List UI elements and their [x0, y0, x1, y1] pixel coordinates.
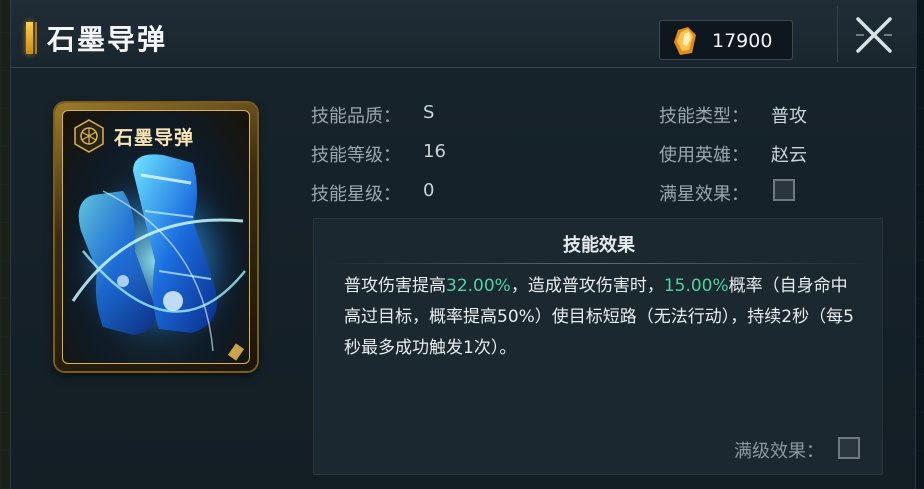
quality-value: S	[423, 102, 435, 123]
type-label: 技能类型：	[659, 106, 749, 127]
effect-highlight-value: 32.00%	[446, 276, 511, 296]
skill-card-frame: 石墨导弹	[62, 110, 250, 364]
star-label: 技能星级：	[311, 184, 401, 205]
max-star-checkbox[interactable]	[773, 179, 795, 201]
skill-detail-panel: 石墨导弹 17900 石墨导弹 技能品质： S 技能等级： 16 技能星级： 0…	[10, 0, 917, 489]
effect-text-segment: 普攻伤害提高	[344, 276, 446, 296]
skill-illustration	[67, 154, 247, 361]
effect-text-segment: ，造成普攻伤害时，	[510, 276, 664, 296]
hero-value: 赵云	[771, 145, 807, 166]
quality-label: 技能品质：	[311, 106, 401, 127]
hexagon-emblem-icon	[74, 119, 104, 153]
effect-title: 技能效果	[563, 235, 635, 256]
max-level-checkbox[interactable]	[838, 437, 860, 459]
effect-highlight-value: 15.00%	[663, 276, 729, 296]
type-value: 普攻	[771, 106, 807, 127]
header-bar: 石墨导弹 17900	[11, 0, 917, 68]
star-value: 0	[423, 180, 435, 201]
card-title: 石墨导弹	[114, 127, 195, 149]
skill-effect-box: 技能效果 普攻伤害提高32.00%，造成普攻伤害时，15.00%概率（自身命中高…	[313, 218, 883, 475]
max-star-label: 满星效果：	[659, 184, 749, 205]
crystal-icon	[674, 27, 696, 55]
close-icon[interactable]	[853, 14, 895, 56]
effect-divider	[326, 263, 872, 264]
max-level-label: 满级效果：	[734, 441, 824, 462]
level-value: 16	[423, 141, 446, 162]
page-title: 石墨导弹	[47, 23, 168, 56]
level-label: 技能等级：	[311, 145, 401, 166]
hero-label: 使用英雄：	[659, 145, 749, 166]
currency-display: 17900	[659, 20, 793, 60]
skill-card: 石墨导弹	[55, 103, 257, 371]
title-accent-bar	[26, 22, 37, 54]
effect-description: 普攻伤害提高32.00%，造成普攻伤害时，15.00%概率（自身命中高过目标，概…	[344, 271, 864, 364]
currency-amount: 17900	[712, 30, 773, 52]
